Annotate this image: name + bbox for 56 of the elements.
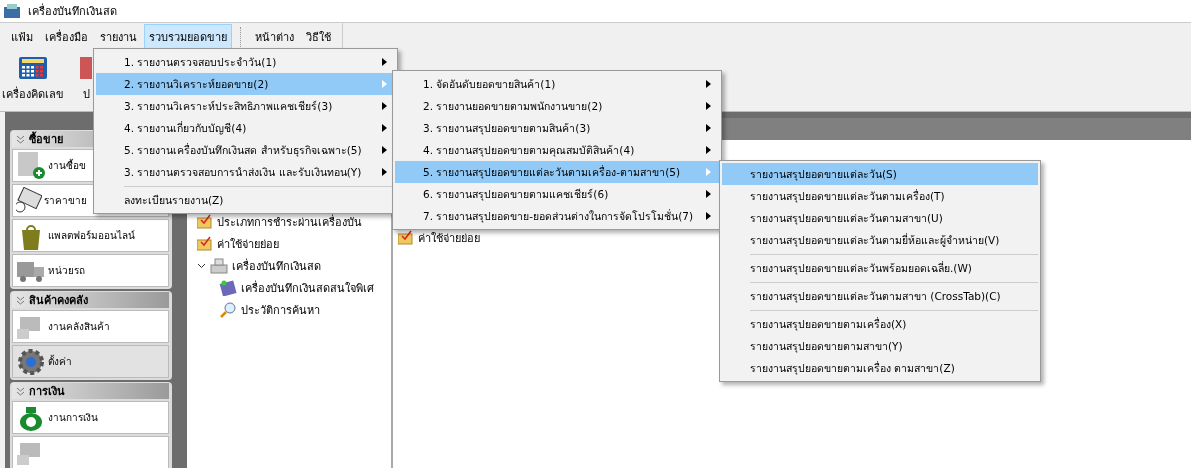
menu-item[interactable]: 1. จัดอันดับยอดขายสินค้า(1) [395,73,719,95]
tree-item[interactable]: ค่าใช้จ่ายย่อย [217,234,279,253]
sidebar-item[interactable]: งานคลังสินค้า [12,310,169,343]
book-icon [219,279,237,296]
window-title: เครื่องบันทึกเงินสด [28,2,117,20]
menu-item[interactable]: 4. รายงานสรุปยอดขายตามคุณสมบัติสินค้า(4) [395,139,719,161]
menu-item[interactable]: 6. รายงานสรุปยอดขายตามแคชเชียร์(6) [395,183,719,205]
price-tag-icon [16,186,42,215]
app-icon [4,3,22,19]
toolbar-button[interactable]: ป [80,57,92,103]
menu-item[interactable]: 2. รายงานยอดขายตามพนักงานขาย(2) [395,95,719,117]
menu-item[interactable]: 3. รายงานวิเคราะห์ประสิทธิภาพแคชเชียร์(3) [96,95,395,117]
tree-item[interactable]: ประวัติการค้นหา [241,300,320,319]
menu-item[interactable]: วิธีใช้ [301,23,336,50]
section-header[interactable]: การเงิน [12,383,169,399]
sidebar-item[interactable]: งานการเงิน [12,401,169,434]
chevron-down-icon [16,134,25,144]
menu-item[interactable]: รายงานสรุปยอดขายแต่ละวันตามสาขา(U) [722,207,1038,229]
tree-item[interactable]: เครื่องบันทึกเงินสดสนใจพิเศ [241,278,374,297]
menu-item[interactable]: รวบรวมยอดขาย [144,23,232,50]
sidebar-item[interactable]: ตั้งค่า [12,345,169,378]
folder-check-icon [197,214,213,229]
menu-item[interactable]: รายงานสรุปยอดขายแต่ละวันตามยี่ห้อและผู้จำหน่าย(V) [722,229,1038,251]
tree-item[interactable]: ประเภทการชำระผ่านเครื่องบัน [217,212,362,231]
toolbar-button[interactable]: เครื่องคิดเลข [2,57,64,103]
menu-item[interactable]: รายงานสรุปยอดขายแต่ละวัน(S) [722,163,1038,185]
add-document-icon [16,151,46,180]
menu-item[interactable]: รายงานสรุปยอดขายแต่ละวันพร้อมยอดเฉลี่ย.(W) [722,257,1038,279]
menu-item[interactable]: แฟ้ม [6,23,38,50]
sidebar-item[interactable]: หน่วยรถ [12,254,169,287]
section-header[interactable]: สินค้าคงคลัง [12,292,169,308]
chevron-down-icon[interactable] [197,262,206,269]
gear-icon [16,347,46,376]
menu-item[interactable]: 2. รายงานวิเคราะห์ยอดขาย(2) [96,73,395,95]
folder-check-icon [197,236,213,251]
menu-item[interactable]: 1. รายงานตรวจสอบประจำวัน(1) [96,51,395,73]
menu-item[interactable]: รายงาน [95,23,142,50]
calculator-icon [19,57,47,79]
tree-item[interactable]: เครื่องบันทึกเงินสด [232,256,321,275]
magnifier-icon [219,301,237,318]
list-item[interactable]: ค่าใช้จ่ายย่อย [418,228,480,247]
cash-register-icon [210,257,228,274]
folder-check-icon [398,230,414,245]
menu-item[interactable]: เครื่องมือ [40,23,93,50]
menu-item[interactable]: รายงานสรุปยอดขายแต่ละวันตามสาขา (CrossTab)(C) [722,285,1038,307]
menu-item[interactable]: รายงานสรุปยอดขายตามเครื่อง ตามสาขา(Z) [722,357,1038,379]
menu-item[interactable]: 3. รายงานสรุปยอดขายตามสินค้า(3) [395,117,719,139]
chevron-down-icon [16,295,25,305]
menu-item[interactable]: 7. รายงานสรุปยอดขาย-ยอดส่วนต่างในการจัดโปรโมชั่น(7) [395,205,719,227]
menu-item[interactable]: หน้าต่าง [250,23,299,50]
chevron-down-icon [16,386,25,396]
menu-item[interactable]: รายงานสรุปยอดขายแต่ละวันตามเครื่อง(T) [722,185,1038,207]
menu-item[interactable]: รายงานสรุปยอดขายตามเครื่อง(X) [722,313,1038,335]
sidebar-item[interactable]: แพลตฟอร์มออนไลน์ [12,219,169,252]
menu-item[interactable]: 5. รายงานสรุปยอดขายแต่ละวันตามเครื่อง-ตามสาขา(5) [395,161,719,183]
menu-item[interactable]: รายงานสรุปยอดขายตามสาขา(Y) [722,335,1038,357]
